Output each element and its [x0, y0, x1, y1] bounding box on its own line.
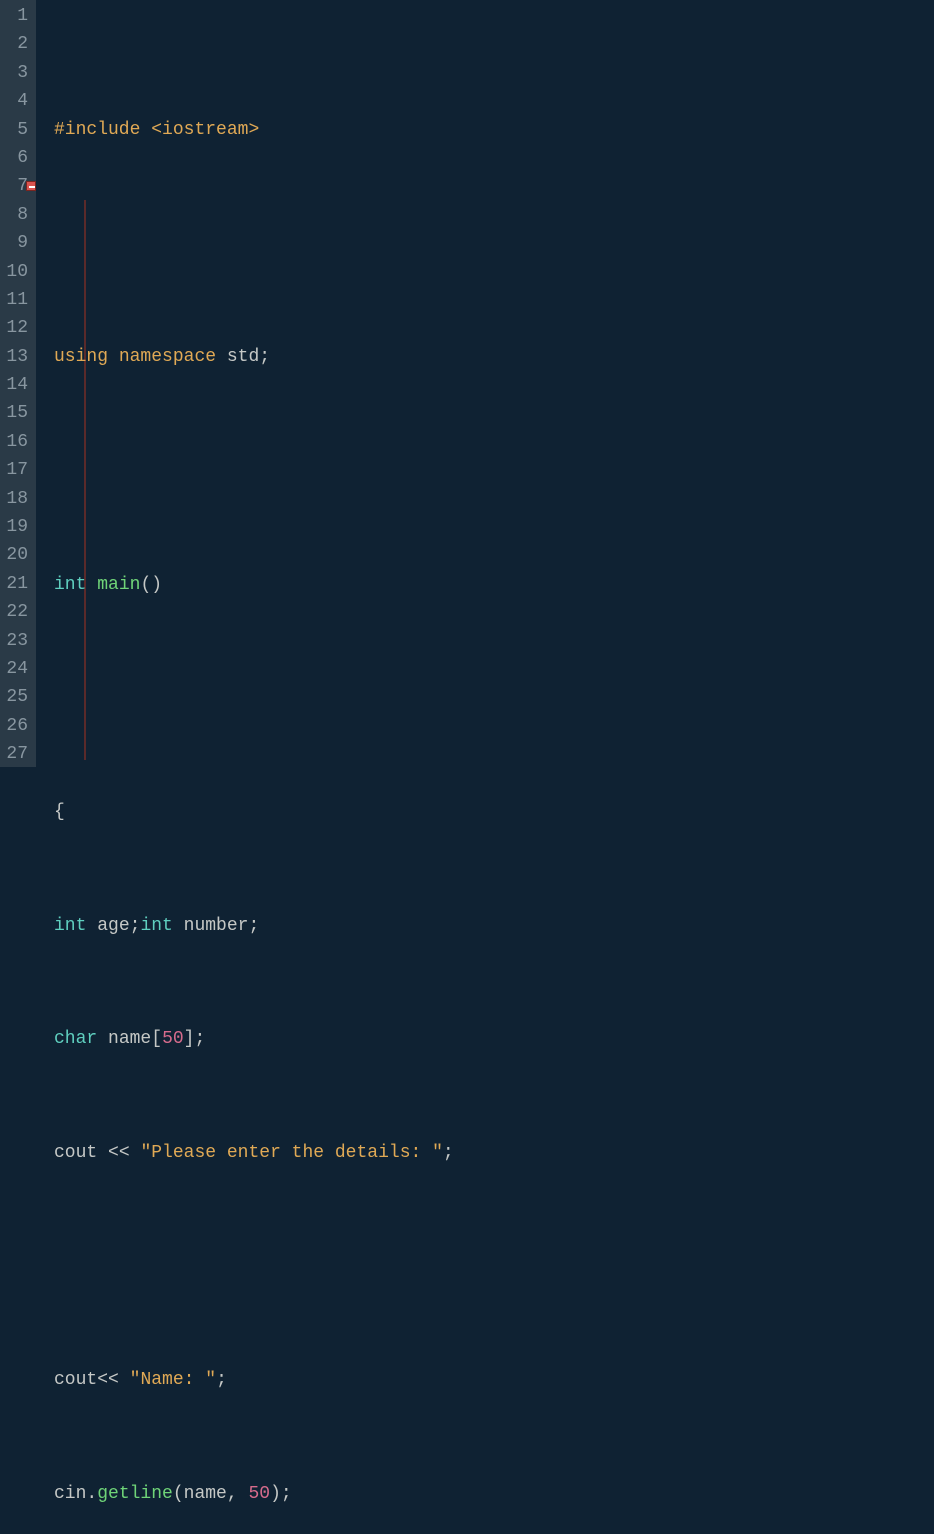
- line-number[interactable]: 16: [4, 428, 28, 456]
- string: "Please enter the details: ": [140, 1143, 442, 1163]
- line-number[interactable]: 26: [4, 712, 28, 740]
- line-number[interactable]: 12: [4, 314, 28, 342]
- line-number[interactable]: 18: [4, 485, 28, 513]
- line-number[interactable]: 2: [4, 30, 28, 58]
- function: getline: [97, 1484, 173, 1504]
- line-number[interactable]: 1: [4, 2, 28, 30]
- code-line[interactable]: cout << "Please enter the details: ";: [54, 1139, 934, 1167]
- identifier: cout: [54, 1143, 97, 1163]
- brace: {: [54, 802, 65, 822]
- code-editor: 1 2 3 4 5 6 7 8 9 10 11 12 13 14 15 16 1…: [0, 0, 934, 767]
- type: int: [54, 575, 86, 595]
- line-number[interactable]: 17: [4, 456, 28, 484]
- line-number[interactable]: 14: [4, 371, 28, 399]
- number: 50: [249, 1484, 271, 1504]
- code-area[interactable]: #include <iostream> using namespace std;…: [36, 0, 934, 767]
- line-number[interactable]: 23: [4, 627, 28, 655]
- code-line[interactable]: #include <iostream>: [54, 116, 934, 144]
- line-number[interactable]: 21: [4, 570, 28, 598]
- line-number[interactable]: 3: [4, 59, 28, 87]
- line-number[interactable]: 22: [4, 598, 28, 626]
- code-line[interactable]: int age;int number;: [54, 912, 934, 940]
- fold-collapse-icon[interactable]: [26, 181, 36, 191]
- number: 50: [162, 1029, 184, 1049]
- code-line[interactable]: [54, 457, 934, 485]
- line-number[interactable]: 11: [4, 286, 28, 314]
- line-number[interactable]: 19: [4, 513, 28, 541]
- line-number[interactable]: 5: [4, 116, 28, 144]
- type: int: [54, 916, 86, 936]
- code-line[interactable]: [54, 229, 934, 257]
- line-number[interactable]: 15: [4, 399, 28, 427]
- line-number[interactable]: 20: [4, 541, 28, 569]
- line-number[interactable]: 9: [4, 229, 28, 257]
- identifier: name: [108, 1029, 151, 1049]
- punct: ;: [259, 347, 270, 367]
- line-number[interactable]: 6: [4, 144, 28, 172]
- angle-open: <: [151, 120, 162, 140]
- parens: (): [140, 575, 162, 595]
- line-number[interactable]: 13: [4, 343, 28, 371]
- line-number[interactable]: 24: [4, 655, 28, 683]
- identifier: number: [184, 916, 249, 936]
- code-line[interactable]: [54, 1253, 934, 1281]
- header-name: iostream: [162, 120, 248, 140]
- line-number[interactable]: 25: [4, 683, 28, 711]
- identifier: cout: [54, 1370, 97, 1390]
- code-line[interactable]: char name[50];: [54, 1025, 934, 1053]
- function: main: [97, 575, 140, 595]
- line-number[interactable]: 4: [4, 87, 28, 115]
- code-line[interactable]: using namespace std;: [54, 343, 934, 371]
- code-line[interactable]: cout<< "Name: ";: [54, 1366, 934, 1394]
- identifier: std: [227, 347, 259, 367]
- code-line[interactable]: {: [54, 798, 934, 826]
- line-number[interactable]: 7: [4, 172, 28, 200]
- identifier: age: [97, 916, 129, 936]
- line-number[interactable]: 10: [4, 258, 28, 286]
- line-number[interactable]: 8: [4, 201, 28, 229]
- keyword: namespace: [119, 347, 216, 367]
- line-number-gutter: 1 2 3 4 5 6 7 8 9 10 11 12 13 14 15 16 1…: [0, 0, 36, 767]
- code-line[interactable]: int main(): [54, 571, 934, 599]
- identifier: cin: [54, 1484, 86, 1504]
- type: int: [140, 916, 172, 936]
- preprocessor: #include: [54, 120, 140, 140]
- type: char: [54, 1029, 97, 1049]
- string: "Name: ": [130, 1370, 216, 1390]
- code-line[interactable]: cin.getline(name, 50);: [54, 1480, 934, 1508]
- line-number[interactable]: 27: [4, 740, 28, 768]
- keyword: using: [54, 347, 108, 367]
- code-line[interactable]: [54, 684, 934, 712]
- angle-close: >: [248, 120, 259, 140]
